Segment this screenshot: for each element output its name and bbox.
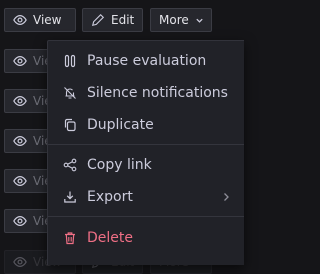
menu-divider	[48, 144, 244, 145]
chevron-right-icon	[224, 193, 229, 201]
eye-icon	[13, 96, 27, 106]
menu-item-duplicate[interactable]: Duplicate	[48, 110, 244, 140]
eye-icon	[13, 56, 27, 66]
eye-icon	[13, 15, 27, 25]
menu-item-label: Delete	[87, 230, 133, 246]
share-icon	[63, 158, 77, 172]
pencil-icon	[91, 13, 105, 27]
copy-icon	[64, 118, 76, 132]
menu-item-label: Duplicate	[87, 117, 154, 133]
menu-item-silence-notifications[interactable]: Silence notifications	[48, 78, 244, 108]
more-button-label: More	[159, 13, 189, 27]
view-button-label: View	[33, 13, 62, 27]
download-icon	[64, 191, 76, 203]
menu-item-label: Silence notifications	[87, 85, 228, 101]
trash-icon	[65, 232, 75, 245]
chevron-down-icon	[196, 18, 203, 23]
edit-button[interactable]: Edit	[82, 8, 143, 32]
more-dropdown-menu: Pause evaluation Silence notifications D…	[47, 40, 244, 265]
eye-icon	[13, 136, 27, 146]
more-button[interactable]: More	[150, 8, 212, 32]
menu-divider	[48, 216, 244, 217]
menu-item-delete[interactable]: Delete	[48, 223, 244, 253]
menu-item-label: Copy link	[87, 157, 152, 173]
eye-icon	[13, 257, 27, 267]
eye-icon	[13, 216, 27, 226]
edit-button-label: Edit	[111, 13, 135, 27]
view-button[interactable]: View	[4, 8, 76, 32]
menu-item-pause-evaluation[interactable]: Pause evaluation	[48, 46, 244, 76]
bell-slash-icon	[64, 87, 76, 99]
menu-item-copy-link[interactable]: Copy link	[48, 150, 244, 180]
menu-item-label: Export	[87, 189, 133, 205]
pause-icon	[64, 54, 76, 68]
menu-item-label: Pause evaluation	[87, 53, 207, 69]
menu-item-export[interactable]: Export	[48, 182, 244, 212]
eye-icon	[13, 176, 27, 186]
